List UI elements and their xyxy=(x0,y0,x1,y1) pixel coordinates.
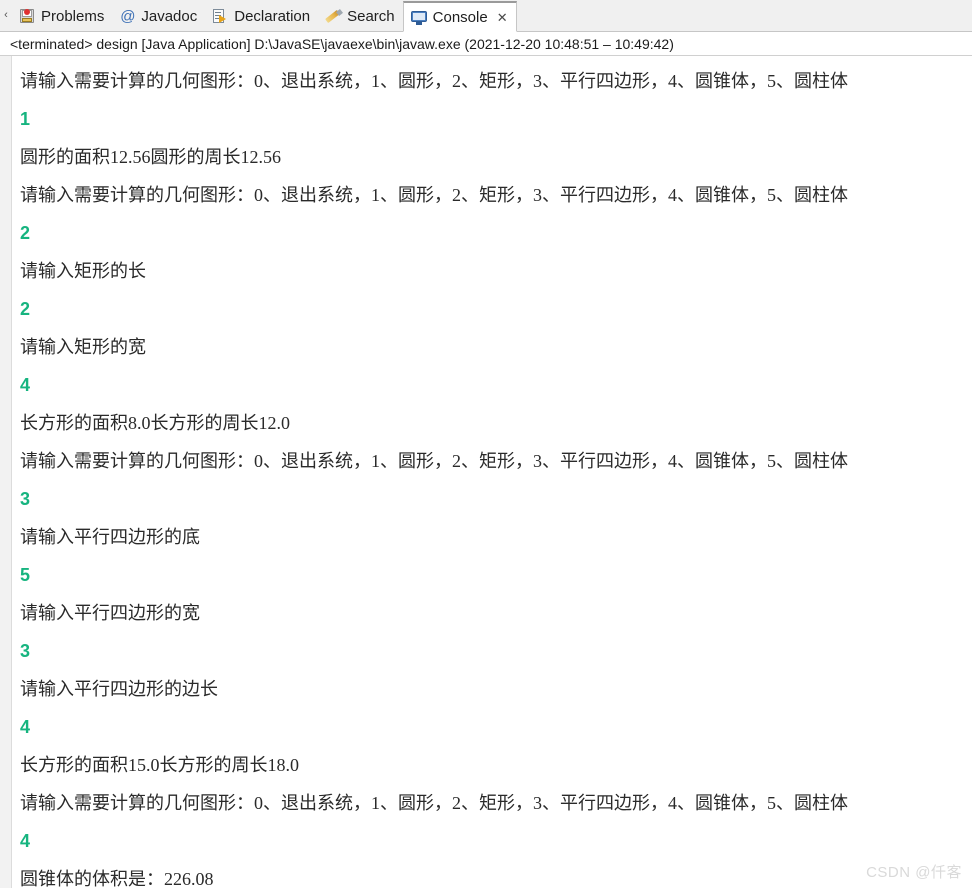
console-output-line: 圆锥体的体积是：226.08 xyxy=(20,869,214,888)
tab-problems-label: Problems xyxy=(41,8,105,25)
tab-declaration-label: Declaration xyxy=(234,8,311,25)
launch-status-line: <terminated> design [Java Application] D… xyxy=(0,32,972,56)
declaration-icon xyxy=(212,8,229,25)
console-input-line: 4 xyxy=(20,831,31,851)
console-input-line: 4 xyxy=(20,717,31,737)
tab-problems[interactable]: Problems xyxy=(12,1,112,32)
tab-javadoc-label: Javadoc xyxy=(141,8,198,25)
console-input-line: 3 xyxy=(20,641,31,661)
tab-declaration[interactable]: Declaration xyxy=(205,1,318,32)
console-output-line: 请输入需要计算的几何图形：0、退出系统，1、圆形，2、矩形，3、平行四边形，4、… xyxy=(20,793,848,813)
console-output-line: 请输入平行四边形的底 xyxy=(20,527,200,547)
console-output-line: 请输入平行四边形的边长 xyxy=(20,679,218,699)
javadoc-icon: @ xyxy=(120,8,136,25)
console-icon xyxy=(410,9,428,26)
eclipse-console-window: ‹ Problems @ Javadoc Declaration Search xyxy=(0,0,972,888)
console-gutter xyxy=(0,56,12,888)
console-input-line: 1 xyxy=(20,109,31,129)
close-icon[interactable]: ✕ xyxy=(497,11,508,24)
console-input-line: 5 xyxy=(20,565,31,585)
console-output-line: 圆形的面积12.56圆形的周长12.56 xyxy=(20,147,281,167)
console-input-line: 4 xyxy=(20,375,31,395)
tab-console[interactable]: Console ✕ xyxy=(402,1,517,32)
console-output-line: 长方形的面积15.0长方形的周长18.0 xyxy=(20,755,299,775)
problems-icon xyxy=(19,8,36,25)
console-input-line: 3 xyxy=(20,489,31,509)
console-output-line: 请输入需要计算的几何图形：0、退出系统，1、圆形，2、矩形，3、平行四边形，4、… xyxy=(20,71,848,91)
tab-console-label: Console xyxy=(432,8,488,26)
console-output[interactable]: 请输入需要计算的几何图形：0、退出系统，1、圆形，2、矩形，3、平行四边形，4、… xyxy=(12,56,972,888)
console-output-line: 请输入需要计算的几何图形：0、退出系统，1、圆形，2、矩形，3、平行四边形，4、… xyxy=(20,185,848,205)
console-input-line: 2 xyxy=(20,299,31,319)
tab-javadoc[interactable]: @ Javadoc xyxy=(112,1,205,32)
tab-overflow-chevron-icon[interactable]: ‹ xyxy=(0,0,12,31)
view-tab-bar: ‹ Problems @ Javadoc Declaration Search xyxy=(0,0,972,32)
console-output-line: 请输入矩形的宽 xyxy=(20,337,146,357)
console-output-line: 请输入需要计算的几何图形：0、退出系统，1、圆形，2、矩形，3、平行四边形，4、… xyxy=(20,451,848,471)
tab-search-label: Search xyxy=(347,8,395,25)
console-output-line: 请输入平行四边形的宽 xyxy=(20,603,200,623)
tab-search[interactable]: Search xyxy=(318,1,403,32)
console-input-line: 2 xyxy=(20,223,31,243)
console-view: 请输入需要计算的几何图形：0、退出系统，1、圆形，2、矩形，3、平行四边形，4、… xyxy=(0,56,972,888)
search-icon xyxy=(325,8,344,25)
watermark: CSDN @仟客 xyxy=(866,864,962,881)
console-output-line: 请输入矩形的长 xyxy=(20,261,146,281)
console-output-line: 长方形的面积8.0长方形的周长12.0 xyxy=(20,413,290,433)
